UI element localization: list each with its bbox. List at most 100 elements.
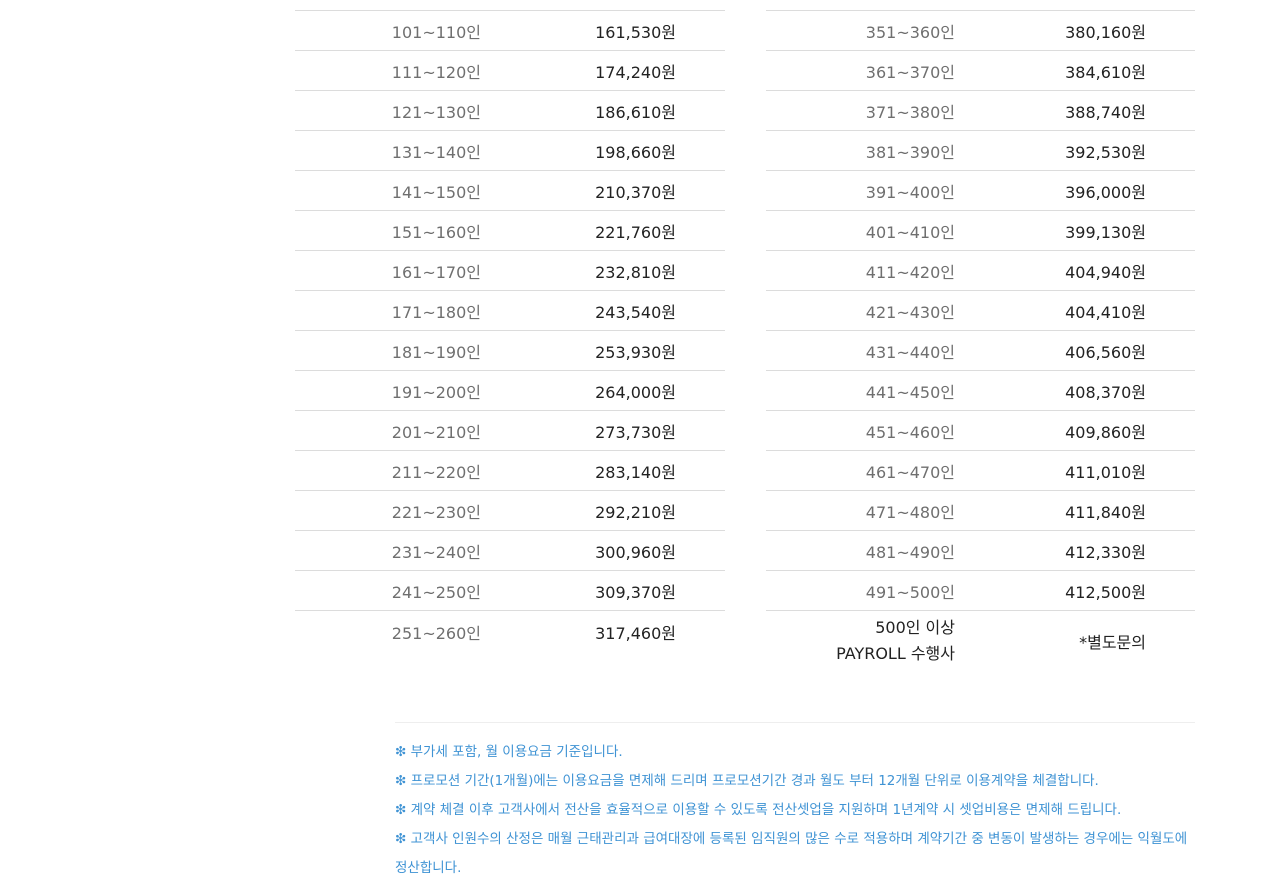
monthly-price: 221,760원 (481, 210, 725, 251)
table-row: 431~440인 406,560원 (766, 330, 1195, 371)
table-row: 231~240인 300,960원 (295, 530, 725, 571)
table-row: 491~500인 412,500원 (766, 570, 1195, 611)
monthly-price: 300,960원 (481, 530, 725, 571)
headcount-range: 481~490인 (766, 530, 955, 571)
table-row: 101~110인 161,530원 (295, 10, 725, 51)
table-row: 141~150인 210,370원 (295, 170, 725, 211)
monthly-price: 232,810원 (481, 250, 725, 291)
headcount-range: 411~420인 (766, 250, 955, 291)
headcount-range: 351~360인 (766, 10, 955, 51)
monthly-price: 412,500원 (955, 570, 1195, 611)
table-row: 361~370인 384,610원 (766, 50, 1195, 91)
table-row: 401~410인 399,130원 (766, 210, 1195, 251)
headcount-range: 231~240인 (295, 530, 481, 571)
table-row: 241~250인 309,370원 (295, 570, 725, 611)
note-headcount-calculation-cont: 정산합니다. (395, 860, 462, 876)
monthly-price: 380,160원 (955, 10, 1195, 51)
table-row: 191~200인 264,000원 (295, 370, 725, 411)
headcount-range: 151~160인 (295, 210, 481, 251)
monthly-price: 399,130원 (955, 210, 1195, 251)
headcount-range: 101~110인 (295, 10, 481, 51)
table-row: 251~260인 317,460원 (295, 610, 725, 671)
headcount-range: 441~450인 (766, 370, 955, 411)
monthly-price: 392,530원 (955, 130, 1195, 171)
monthly-price: 409,860원 (955, 410, 1195, 451)
headcount-range: 451~460인 (766, 410, 955, 451)
table-row-over-500: 500인 이상 PAYROLL 수행사 *별도문의 (766, 610, 1195, 671)
table-row: 481~490인 412,330원 (766, 530, 1195, 571)
headcount-range: 121~130인 (295, 90, 481, 131)
headcount-range-over-500: 500인 이상 PAYROLL 수행사 (766, 610, 955, 671)
monthly-price: 396,000원 (955, 170, 1195, 211)
monthly-price: 309,370원 (481, 570, 725, 611)
pricing-table-left: 101~110인 161,530원 111~120인 174,240원 121~… (295, 10, 725, 671)
headcount-range: 431~440인 (766, 330, 955, 371)
note-headcount-calculation: ❇ 고객사 인원수의 산정은 매월 근태관리과 급여대장에 등록된 임직원의 많… (395, 831, 1188, 847)
monthly-price: 317,460원 (481, 610, 725, 671)
pricing-table-right: 351~360인 380,160원 361~370인 384,610원 371~… (766, 10, 1195, 671)
headcount-range: 201~210인 (295, 410, 481, 451)
monthly-price: 198,660원 (481, 130, 725, 171)
table-row: 161~170인 232,810원 (295, 250, 725, 291)
table-row: 221~230인 292,210원 (295, 490, 725, 531)
headcount-range: 381~390인 (766, 130, 955, 171)
table-row: 351~360인 380,160원 (766, 10, 1195, 51)
monthly-price: 384,610원 (955, 50, 1195, 91)
table-row: 411~420인 404,940원 (766, 250, 1195, 291)
monthly-price: 388,740원 (955, 90, 1195, 131)
headcount-range: 391~400인 (766, 170, 955, 211)
monthly-price: 404,410원 (955, 290, 1195, 331)
monthly-price: 404,940원 (955, 250, 1195, 291)
monthly-price: 174,240원 (481, 50, 725, 91)
headcount-range: 461~470인 (766, 450, 955, 491)
headcount-range: 141~150인 (295, 170, 481, 211)
headcount-range: 161~170인 (295, 250, 481, 291)
headcount-range: 191~200인 (295, 370, 481, 411)
pricing-notes: ❇ 부가세 포함, 월 이용요금 기준입니다. ❇ 프로모션 기간(1개월)에는… (395, 738, 1195, 883)
table-row: 471~480인 411,840원 (766, 490, 1195, 531)
headcount-range: 181~190인 (295, 330, 481, 371)
headcount-range: 211~220인 (295, 450, 481, 491)
payroll-provider-label: PAYROLL 수행사 (836, 644, 955, 663)
table-row: 111~120인 174,240원 (295, 50, 725, 91)
table-row: 181~190인 253,930원 (295, 330, 725, 371)
monthly-price: 408,370원 (955, 370, 1195, 411)
table-row: 421~430인 404,410원 (766, 290, 1195, 331)
monthly-price: 406,560원 (955, 330, 1195, 371)
headcount-range: 491~500인 (766, 570, 955, 611)
monthly-price: 186,610원 (481, 90, 725, 131)
table-row: 441~450인 408,370원 (766, 370, 1195, 411)
notes-divider (395, 722, 1195, 723)
monthly-price: 253,930원 (481, 330, 725, 371)
pricing-page: 101~110인 161,530원 111~120인 174,240원 121~… (0, 0, 1288, 884)
table-row: 451~460인 409,860원 (766, 410, 1195, 451)
monthly-price: 283,140원 (481, 450, 725, 491)
headcount-range: 361~370인 (766, 50, 955, 91)
headcount-range: 171~180인 (295, 290, 481, 331)
table-row: 381~390인 392,530원 (766, 130, 1195, 171)
table-row: 371~380인 388,740원 (766, 90, 1195, 131)
monthly-price: 292,210원 (481, 490, 725, 531)
headcount-range: 131~140인 (295, 130, 481, 171)
monthly-price: 411,840원 (955, 490, 1195, 531)
table-row: 131~140인 198,660원 (295, 130, 725, 171)
table-row: 121~130인 186,610원 (295, 90, 725, 131)
note-promotion-period: ❇ 프로모션 기간(1개월)에는 이용요금을 면제해 드리며 프로모션기간 경과… (395, 773, 1099, 789)
table-row: 391~400인 396,000원 (766, 170, 1195, 211)
monthly-price: 411,010원 (955, 450, 1195, 491)
monthly-price: 412,330원 (955, 530, 1195, 571)
headcount-range: 421~430인 (766, 290, 955, 331)
headcount-range: 251~260인 (295, 610, 481, 671)
monthly-price: 264,000원 (481, 370, 725, 411)
monthly-price: 243,540원 (481, 290, 725, 331)
headcount-range: 111~120인 (295, 50, 481, 91)
monthly-price: 210,370원 (481, 170, 725, 211)
note-vat-included: ❇ 부가세 포함, 월 이용요금 기준입니다. (395, 744, 623, 760)
separate-inquiry-label: *별도문의 (955, 610, 1195, 671)
headcount-range: 401~410인 (766, 210, 955, 251)
headcount-range: 221~230인 (295, 490, 481, 531)
table-row: 461~470인 411,010원 (766, 450, 1195, 491)
monthly-price: 161,530원 (481, 10, 725, 51)
table-row: 151~160인 221,760원 (295, 210, 725, 251)
monthly-price: 273,730원 (481, 410, 725, 451)
